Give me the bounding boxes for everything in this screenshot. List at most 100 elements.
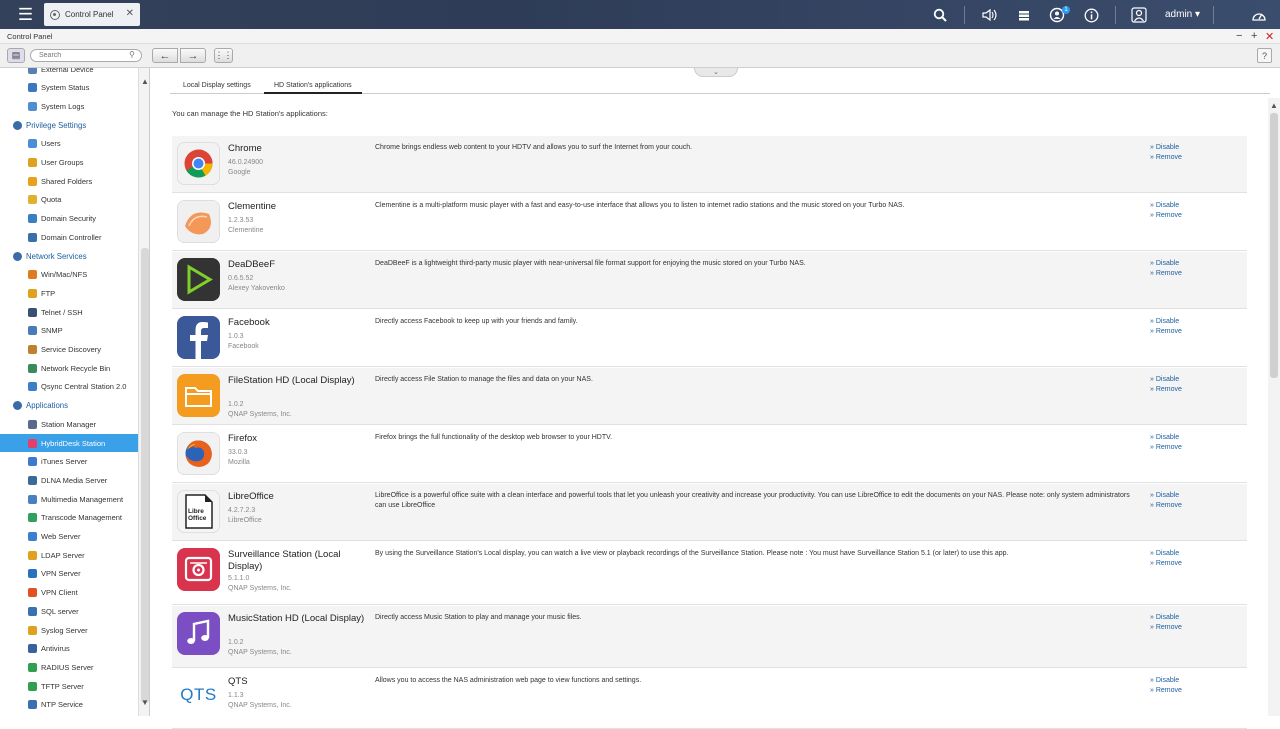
sidebar-item-vpn-client[interactable]: VPN Client xyxy=(0,584,138,602)
disable-link[interactable]: » Disable xyxy=(1150,491,1182,501)
remove-link[interactable]: » Remove xyxy=(1150,269,1182,279)
disable-link[interactable]: » Disable xyxy=(1150,375,1182,385)
maximize-icon[interactable]: + xyxy=(1251,30,1257,42)
disable-link[interactable]: » Disable xyxy=(1150,676,1182,686)
sidebar-item-antivirus[interactable]: Antivirus xyxy=(0,640,138,658)
tab-hd-station-applications[interactable]: HD Station's applications xyxy=(264,82,362,94)
disable-link[interactable]: » Disable xyxy=(1150,549,1182,559)
sidebar-item-domain-controller[interactable]: Domain Controller xyxy=(0,228,138,246)
sidebar-item-ntp-service[interactable]: NTP Service xyxy=(0,696,138,714)
remove-link[interactable]: » Remove xyxy=(1150,443,1182,453)
sidebar-item-qsync-central-station-2-0[interactable]: Qsync Central Station 2.0 xyxy=(0,378,138,396)
disable-link[interactable]: » Disable xyxy=(1150,201,1182,211)
sidebar-item-system-status[interactable]: System Status xyxy=(0,79,138,97)
close-window-icon[interactable]: ✕ xyxy=(1265,30,1274,43)
info-icon[interactable] xyxy=(1080,5,1102,25)
list-view-icon[interactable]: ▤ xyxy=(7,48,25,63)
sidebar-item-privilege-settings[interactable]: Privilege Settings xyxy=(0,116,138,134)
sidebar-item-applications[interactable]: Applications xyxy=(0,397,138,415)
sidebar-item-hybriddesk-station[interactable]: HybridDesk Station xyxy=(0,434,138,452)
toolbar: ▤ ⚲ ← → ⋮⋮ ? xyxy=(0,44,1280,68)
disable-link[interactable]: » Disable xyxy=(1150,259,1182,269)
remove-link[interactable]: » Remove xyxy=(1150,501,1182,511)
sidebar-item-syslog-server[interactable]: Syslog Server xyxy=(0,621,138,639)
sidebar-item-win-mac-nfs[interactable]: Win/Mac/NFS xyxy=(0,266,138,284)
minimize-icon[interactable]: − xyxy=(1236,30,1242,42)
sidebar-item-external-device[interactable]: External Device xyxy=(0,68,138,78)
scroll-down-icon[interactable]: ▼ xyxy=(141,698,149,707)
sidebar-item-label: SNMP xyxy=(41,326,63,336)
app-name: MusicStation HD (Local Display) xyxy=(228,613,365,624)
app-row: Surveillance Station (Local Display) 5.1.… xyxy=(172,542,1247,605)
disable-link[interactable]: » Disable xyxy=(1150,433,1182,443)
usb-icon xyxy=(28,68,37,74)
sidebar-item-label: Qsync Central Station 2.0 xyxy=(41,382,127,392)
background-tasks-icon[interactable] xyxy=(1013,5,1035,25)
remove-link[interactable]: » Remove xyxy=(1150,211,1182,221)
sidebar-scrollbar[interactable]: ▲ ▼ xyxy=(138,68,149,716)
collapse-handle-icon[interactable]: ⌄ xyxy=(694,68,738,77)
help-button[interactable]: ? xyxy=(1257,48,1272,63)
sidebar-item-itunes-server[interactable]: iTunes Server xyxy=(0,453,138,471)
user-avatar-icon[interactable] xyxy=(1128,5,1150,25)
app-version: 46.0.24900 xyxy=(228,159,264,166)
sidebar-item-web-server[interactable]: Web Server xyxy=(0,528,138,546)
remove-link[interactable]: » Remove xyxy=(1150,559,1182,569)
app-description: By using the Surveillance Station's Loca… xyxy=(375,550,1009,557)
remove-link[interactable]: » Remove xyxy=(1150,623,1182,633)
close-tab-icon[interactable]: ✕ xyxy=(126,8,134,19)
sidebar-item-users[interactable]: Users xyxy=(0,135,138,153)
scroll-up-icon[interactable]: ▲ xyxy=(1270,101,1278,110)
sidebar-item-transcode-management[interactable]: Transcode Management xyxy=(0,509,138,527)
main-menu-icon[interactable]: ☰ xyxy=(9,5,42,25)
search-input[interactable] xyxy=(30,49,142,62)
sidebar-scroll-thumb[interactable] xyxy=(141,248,149,703)
sidebar-item-station-manager[interactable]: Station Manager xyxy=(0,415,138,433)
tab-local-display-settings[interactable]: Local Display settings xyxy=(183,82,251,94)
sidebar-item-telnet-ssh[interactable]: Telnet / SSH xyxy=(0,303,138,321)
forward-arrow-icon[interactable]: → xyxy=(180,48,206,63)
grid-view-icon[interactable]: ⋮⋮ xyxy=(214,48,233,63)
sidebar-item-multimedia-management[interactable]: Multimedia Management xyxy=(0,490,138,508)
scroll-up-icon[interactable]: ▲ xyxy=(141,77,149,86)
tab-label: Control Panel xyxy=(65,10,114,19)
disable-link[interactable]: » Disable xyxy=(1150,317,1182,327)
content-scrollbar[interactable]: ▲ xyxy=(1268,98,1280,716)
sidebar-item-dlna-media-server[interactable]: DLNA Media Server xyxy=(0,471,138,489)
sidebar-item-user-groups[interactable]: User Groups xyxy=(0,154,138,172)
app-vendor: Facebook xyxy=(228,343,259,350)
content-scroll-thumb[interactable] xyxy=(1270,113,1278,378)
remove-link[interactable]: » Remove xyxy=(1150,686,1182,696)
sidebar-item-label: Transcode Management xyxy=(41,513,123,523)
sidebar-item-service-discovery[interactable]: Service Discovery xyxy=(0,341,138,359)
sidebar-item-radius-server[interactable]: RADIUS Server xyxy=(0,658,138,676)
log-icon xyxy=(28,101,37,111)
search-icon[interactable]: ⚲ xyxy=(129,50,135,59)
app-description: Directly access Music Station to play an… xyxy=(375,614,582,621)
sidebar-item-shared-folders[interactable]: Shared Folders xyxy=(0,172,138,190)
sidebar-item-network-services[interactable]: Network Services xyxy=(0,247,138,265)
sidebar-item-sql-server[interactable]: SQL server xyxy=(0,602,138,620)
sidebar-item-ldap-server[interactable]: LDAP Server xyxy=(0,546,138,564)
remove-link[interactable]: » Remove xyxy=(1150,327,1182,337)
dashboard-icon[interactable] xyxy=(1248,5,1270,25)
user-menu[interactable]: admin ▾ xyxy=(1165,9,1200,20)
disable-link[interactable]: » Disable xyxy=(1150,613,1182,623)
sidebar-item-snmp[interactable]: SNMP xyxy=(0,322,138,340)
sidebar-item-network-recycle-bin[interactable]: Network Recycle Bin xyxy=(0,359,138,377)
sidebar-item-ftp[interactable]: FTP xyxy=(0,284,138,302)
volume-icon[interactable] xyxy=(979,5,1001,25)
back-arrow-icon[interactable]: ← xyxy=(152,48,178,63)
tab-control-panel[interactable]: Control Panel ✕ xyxy=(44,3,140,26)
ftp-icon xyxy=(28,288,37,298)
syslog-icon xyxy=(28,625,37,635)
remove-link[interactable]: » Remove xyxy=(1150,385,1182,395)
disable-link[interactable]: » Disable xyxy=(1150,143,1182,153)
search-icon[interactable] xyxy=(929,5,951,25)
sidebar-item-vpn-server[interactable]: VPN Server xyxy=(0,565,138,583)
sidebar-item-quota[interactable]: Quota xyxy=(0,191,138,209)
sidebar-item-system-logs[interactable]: System Logs xyxy=(0,97,138,115)
sidebar-item-tftp-server[interactable]: TFTP Server xyxy=(0,677,138,695)
sidebar-item-domain-security[interactable]: Domain Security xyxy=(0,210,138,228)
remove-link[interactable]: » Remove xyxy=(1150,153,1182,163)
